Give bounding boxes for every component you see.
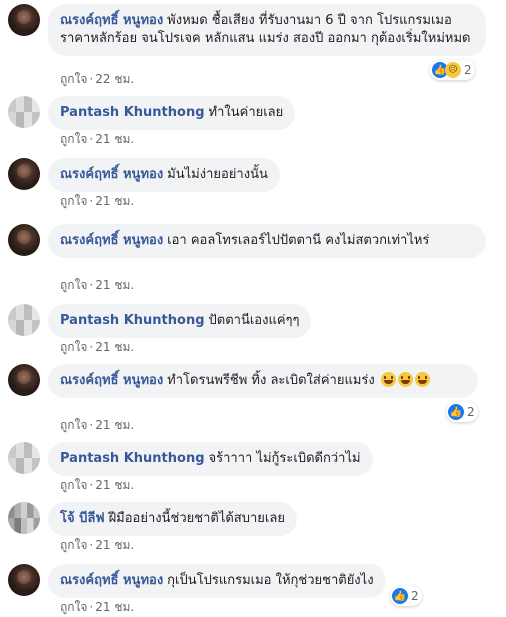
- comment-author[interactable]: ณรงค์ฤทธิ์ หนูทอง: [60, 13, 163, 28]
- comment-author[interactable]: โจ้ บีลีฟ: [60, 511, 105, 526]
- comment-meta: ถูกใจ · 21 ชม.: [60, 536, 134, 555]
- comment-author[interactable]: ณรงค์ฤทธิ์ หนูทอง: [60, 167, 163, 182]
- avatar[interactable]: [8, 224, 40, 256]
- thumbs-up-icon: 👍: [392, 588, 408, 604]
- timestamp[interactable]: 21 ชม.: [95, 340, 134, 354]
- separator: ·: [89, 538, 94, 552]
- comment-text: กุเป็นโปรแกรมเมอ ให้กุช่วยชาติยังไง: [167, 573, 374, 588]
- like-link[interactable]: ถูกใจ: [60, 418, 87, 432]
- like-link[interactable]: ถูกใจ: [60, 538, 87, 552]
- comment-meta: ถูกใจ · 21 ชม.: [60, 598, 134, 617]
- avatar[interactable]: [8, 564, 40, 596]
- like-link[interactable]: ถูกใจ: [60, 340, 87, 354]
- avatar[interactable]: [8, 364, 40, 396]
- separator: ·: [89, 278, 94, 292]
- like-link[interactable]: ถูกใจ: [60, 132, 87, 146]
- separator: ·: [89, 418, 94, 432]
- avatar[interactable]: [8, 96, 40, 128]
- grinning-face-icon: [380, 372, 396, 387]
- timestamp[interactable]: 21 ชม.: [95, 278, 134, 292]
- comment-meta: ถูกใจ · 21 ชม.: [60, 130, 134, 149]
- reaction-summary[interactable]: 👍 2: [446, 402, 478, 422]
- comment-author[interactable]: ณรงค์ฤทธิ์ หนูทอง: [60, 373, 163, 388]
- sad-face-icon: ☹: [445, 62, 461, 78]
- avatar[interactable]: [8, 442, 40, 474]
- like-link[interactable]: ถูกใจ: [60, 278, 87, 292]
- comment-text: เอา คอลโทรเลอร์ไปปัตตานี คงไม่สตวกเท่าไห…: [167, 233, 430, 248]
- comment-text: ทำโดรนพรีชีพ ทิ้ง ละเบิดใส่ค่ายแมร่ง: [167, 373, 375, 388]
- reaction-summary[interactable]: 👍 2: [390, 586, 422, 606]
- comment-bubble: โจ้ บีลีฟ ฝีมืออย่างนี้ช่วยชาติได้สบายเลย: [48, 502, 297, 536]
- like-link[interactable]: ถูกใจ: [60, 194, 87, 208]
- separator: ·: [89, 340, 94, 354]
- timestamp[interactable]: 22 ชม.: [95, 72, 134, 86]
- reaction-count: 2: [464, 63, 472, 77]
- comment-bubble: ณรงค์ฤทธิ์ หนูทอง กุเป็นโปรแกรมเมอ ให้กุช…: [48, 564, 386, 598]
- separator: ·: [89, 194, 94, 208]
- reaction-count: 2: [411, 589, 419, 603]
- comment-author[interactable]: Pantash Khunthong: [60, 105, 205, 120]
- comment-bubble: ณรงค์ฤทธิ์ หนูทอง พังหมด ชื้อเสียง ที่รับ…: [48, 4, 486, 56]
- comment-meta: ถูกใจ · 21 ชม.: [60, 476, 134, 495]
- comment-meta: ถูกใจ · 22 ชม.: [60, 70, 134, 89]
- comment-bubble: ณรงค์ฤทธิ์ หนูทอง มันไม่ง่ายอย่างนั้น: [48, 158, 280, 192]
- comment-author[interactable]: Pantash Khunthong: [60, 313, 205, 328]
- separator: ·: [89, 72, 94, 86]
- timestamp[interactable]: 21 ชม.: [95, 538, 134, 552]
- avatar[interactable]: [8, 304, 40, 336]
- avatar[interactable]: [8, 4, 40, 36]
- comment-text: มันไม่ง่ายอย่างนั้น: [167, 167, 268, 182]
- reaction-count: 2: [467, 405, 475, 419]
- comment-author[interactable]: Pantash Khunthong: [60, 451, 205, 466]
- separator: ·: [89, 132, 94, 146]
- comment-author[interactable]: ณรงค์ฤทธิ์ หนูทอง: [60, 233, 163, 248]
- timestamp[interactable]: 21 ชม.: [95, 418, 134, 432]
- avatar[interactable]: [8, 502, 40, 534]
- like-link[interactable]: ถูกใจ: [60, 72, 87, 86]
- comment-text: ปัตตานีเองแค่ๆๆ: [208, 313, 300, 328]
- timestamp[interactable]: 21 ชม.: [95, 600, 134, 614]
- timestamp[interactable]: 21 ชม.: [95, 194, 134, 208]
- comment-text: จร้าาาา ไม่กู้ระเบิดดีกว่าไม่: [208, 451, 361, 466]
- comment-bubble: Pantash Khunthong ทำในค่ายเลย: [48, 96, 296, 130]
- comment-text: ฝีมืออย่างนี้ช่วยชาติได้สบายเลย: [108, 511, 285, 526]
- timestamp[interactable]: 21 ชม.: [95, 132, 134, 146]
- comment-bubble: ณรงค์ฤทธิ์ หนูทอง ทำโดรนพรีชีพ ทิ้ง ละเบิ…: [48, 364, 478, 398]
- comment-text: ทำในค่ายเลย: [208, 105, 284, 120]
- thumbs-up-icon: 👍: [448, 404, 464, 420]
- comment-bubble: Pantash Khunthong จร้าาาา ไม่กู้ระเบิดดีก…: [48, 442, 373, 476]
- comment-bubble: ณรงค์ฤทธิ์ หนูทอง เอา คอลโทรเลอร์ไปปัตตาน…: [48, 224, 486, 258]
- grinning-face-icon: [397, 372, 413, 387]
- avatar[interactable]: [8, 158, 40, 190]
- like-link[interactable]: ถูกใจ: [60, 478, 87, 492]
- comment-author[interactable]: ณรงค์ฤทธิ์ หนูทอง: [60, 573, 163, 588]
- timestamp[interactable]: 21 ชม.: [95, 478, 134, 492]
- like-link[interactable]: ถูกใจ: [60, 600, 87, 614]
- comment-meta: ถูกใจ · 21 ชม.: [60, 192, 134, 211]
- reaction-summary[interactable]: 👍 ☹ 2: [430, 60, 475, 80]
- comment-meta: ถูกใจ · 21 ชม.: [60, 416, 134, 435]
- separator: ·: [89, 600, 94, 614]
- grinning-face-icon: [414, 372, 430, 387]
- comment-bubble: Pantash Khunthong ปัตตานีเองแค่ๆๆ: [48, 304, 312, 338]
- separator: ·: [89, 478, 94, 492]
- comment-meta: ถูกใจ · 21 ชม.: [60, 276, 134, 295]
- comment-meta: ถูกใจ · 21 ชม.: [60, 338, 134, 357]
